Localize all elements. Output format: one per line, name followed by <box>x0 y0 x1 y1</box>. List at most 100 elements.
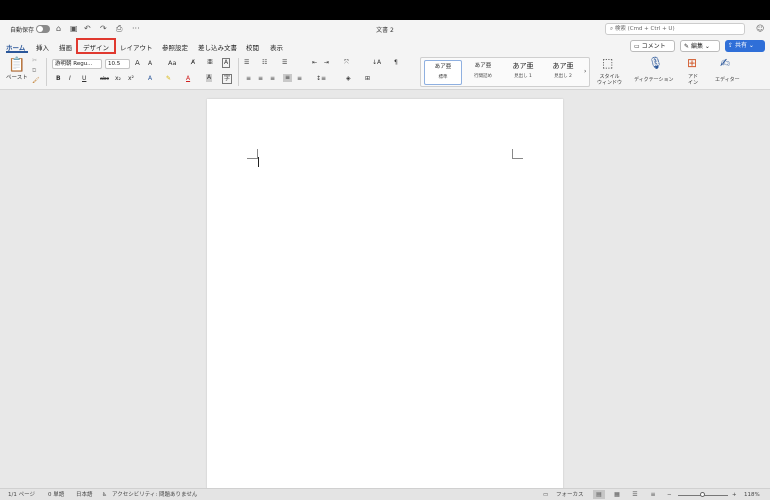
style-heading-1[interactable]: あア亜 見出し 1 <box>504 60 542 85</box>
pencil-icon: ✎ <box>684 43 691 50</box>
edit-mode-button[interactable]: ✎ 編集 ⌄ <box>680 40 720 52</box>
bold-button[interactable]: B <box>56 75 61 83</box>
dictation-label[interactable]: ディクテーション <box>634 76 674 84</box>
word-count[interactable]: 0 単語 <box>48 491 64 499</box>
chevron-down-icon: ⌄ <box>702 43 710 50</box>
align-left-icon[interactable]: ≡ <box>246 75 251 83</box>
text-direction-icon[interactable]: ⤧ <box>344 59 349 67</box>
phonetic-guide-icon[interactable]: 亜 <box>207 59 213 67</box>
web-layout-view-button[interactable]: ▦ <box>611 490 623 499</box>
active-tab-indicator <box>6 51 28 53</box>
accessibility-status[interactable]: アクセシビリティ: 問題ありません <box>112 491 197 499</box>
text-cursor <box>258 157 259 167</box>
tab-layout[interactable]: レイアウト <box>120 42 153 52</box>
editor-icon[interactable]: ✍ <box>720 57 730 69</box>
microphone-icon[interactable]: 🎙 <box>648 57 663 69</box>
font-name-value: 游明朝 Regu... <box>55 61 93 67</box>
change-case-button[interactable]: Aa <box>168 59 176 67</box>
print-layout-view-button[interactable]: ▤ <box>593 490 605 499</box>
justify-icon[interactable]: ≡ <box>283 74 293 82</box>
search-input[interactable]: ⌕ 検索 (Cmd + Ctrl + U) <box>605 23 745 35</box>
comment-button[interactable]: ▭ コメント <box>630 40 675 52</box>
design-tab-highlight <box>76 38 116 54</box>
increase-indent-icon[interactable]: ⇥ <box>324 59 329 67</box>
zoom-slider-handle[interactable] <box>700 492 705 497</box>
line-spacing-icon[interactable]: ↕≡ <box>316 75 326 83</box>
draft-view-button[interactable]: ≡ <box>647 490 659 499</box>
tab-references[interactable]: 参照設定 <box>162 42 188 52</box>
document-page[interactable] <box>207 99 563 500</box>
styles-expand-icon[interactable]: › <box>584 68 586 76</box>
language-indicator[interactable]: 日本語 <box>76 491 93 499</box>
style-preview: あア亜 <box>474 63 492 69</box>
char-shading-icon[interactable]: A <box>206 74 213 82</box>
italic-button[interactable]: I <box>69 75 71 83</box>
addins-label[interactable]: アド イン <box>688 74 698 86</box>
superscript-button[interactable]: x² <box>128 75 134 83</box>
tab-review[interactable]: 校閲 <box>246 42 259 52</box>
grow-font-button[interactable]: A <box>135 59 140 67</box>
font-size-value: 10.5 <box>108 61 121 67</box>
page-count[interactable]: 1/1 ページ <box>8 491 35 499</box>
decrease-indent-icon[interactable]: ⇤ <box>312 59 317 67</box>
focus-mode-button[interactable]: フォーカス <box>556 491 584 499</box>
divider <box>46 58 47 86</box>
zoom-out-button[interactable]: − <box>667 491 672 499</box>
styles-pane-icon[interactable]: ⬚ <box>602 57 613 69</box>
font-size-select[interactable]: 10.5 <box>105 59 130 69</box>
tab-draw[interactable]: 描画 <box>59 42 72 52</box>
numbering-icon[interactable]: ☷ <box>262 59 267 67</box>
text-effects-icon[interactable]: A <box>148 75 152 83</box>
style-preview: あア亜 <box>512 62 534 70</box>
sort-icon[interactable]: ↓A <box>372 59 381 67</box>
editor-label[interactable]: エディター <box>715 76 740 84</box>
highlight-icon[interactable]: ✎ <box>166 75 171 83</box>
share-label: 共有 <box>734 42 747 49</box>
chevron-down-icon: ⌄ <box>746 42 754 49</box>
align-center-icon[interactable]: ≡ <box>258 75 263 83</box>
distribute-icon[interactable]: ≡ <box>297 75 302 83</box>
style-label: 行間詰め <box>474 74 492 79</box>
style-no-spacing[interactable]: あア亜 行間詰め <box>464 60 502 85</box>
clear-format-icon[interactable]: A̸ <box>191 59 195 67</box>
multilevel-list-icon[interactable]: ☰ <box>282 59 287 67</box>
comment-icon: ▭ <box>634 43 642 50</box>
help-icon[interactable]: ☺ <box>756 24 764 33</box>
addins-icon[interactable]: ⊞ <box>687 57 697 69</box>
shrink-font-button[interactable]: A <box>148 60 152 68</box>
paste-label[interactable]: ペースト <box>6 74 28 82</box>
format-painter-icon[interactable]: 🖌 <box>32 77 40 85</box>
char-border-icon[interactable]: A <box>222 58 231 68</box>
styles-gallery: あア亜 標準 あア亜 行間詰め あア亜 見出し 1 あア亜 見出し 2 › <box>420 57 590 87</box>
font-name-select[interactable]: 游明朝 Regu... <box>52 59 102 69</box>
copy-icon[interactable]: ⧉ <box>32 67 36 75</box>
zoom-in-button[interactable]: + <box>732 491 737 499</box>
share-button[interactable]: ⇪ 共有 ⌄ <box>725 40 765 52</box>
edit-label: 編集 <box>690 43 703 50</box>
outline-view-button[interactable]: ☰ <box>629 490 641 499</box>
bullets-icon[interactable]: ☰ <box>244 59 249 67</box>
style-label: 見出し 2 <box>554 74 572 79</box>
strikethrough-button[interactable]: abc <box>100 75 109 83</box>
cut-icon[interactable]: ✂ <box>32 57 37 65</box>
underline-button[interactable]: U <box>82 75 86 83</box>
tab-view[interactable]: 表示 <box>270 42 283 52</box>
tab-insert[interactable]: 挿入 <box>36 42 49 52</box>
borders-icon[interactable]: ⊞ <box>365 75 370 83</box>
subscript-button[interactable]: x₂ <box>115 75 121 83</box>
align-right-icon[interactable]: ≡ <box>270 75 275 83</box>
shading-icon[interactable]: ◈ <box>346 75 351 83</box>
ribbon-home: 📋 ペースト ✂ ⧉ 🖌 游明朝 Regu... 10.5 A A Aa A̸ … <box>0 54 770 90</box>
zoom-level[interactable]: 118% <box>744 491 760 499</box>
search-placeholder: 検索 (Cmd + Ctrl + U) <box>614 26 675 32</box>
paste-icon[interactable]: 📋 <box>8 58 25 72</box>
style-normal[interactable]: あア亜 標準 <box>424 60 462 85</box>
styles-pane-label[interactable]: スタイル ウィンドウ <box>597 74 622 86</box>
share-icon: ⇪ <box>728 42 735 49</box>
show-marks-icon[interactable]: ¶ <box>394 59 398 67</box>
style-preview: あア亜 <box>434 64 452 70</box>
tab-mailings[interactable]: 差し込み文書 <box>198 42 237 52</box>
enclose-char-icon[interactable]: 字 <box>222 74 233 84</box>
font-color-icon[interactable]: A <box>186 75 190 83</box>
style-heading-2[interactable]: あア亜 見出し 2 <box>544 60 582 85</box>
